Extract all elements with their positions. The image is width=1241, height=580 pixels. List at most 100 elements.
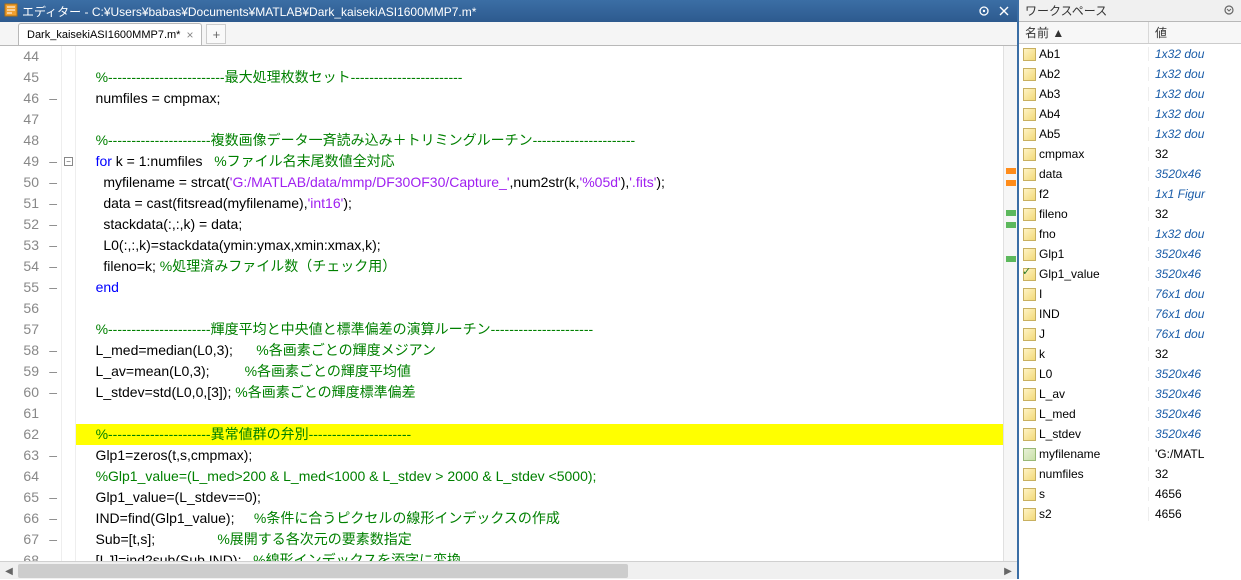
window-restore-button[interactable] — [975, 3, 993, 19]
variable-name-cell[interactable]: Ab1 — [1019, 47, 1149, 61]
code-lines[interactable]: %-------------------------最大処理枚数セット-----… — [76, 46, 1003, 561]
line-number: 56 — [0, 298, 57, 319]
variable-name-cell[interactable]: fno — [1019, 227, 1149, 241]
variable-name: Ab1 — [1039, 47, 1060, 61]
code-line[interactable]: %----------------------輝度平均と中央値と標準偏差の演算ル… — [76, 319, 1003, 340]
workspace-row[interactable]: L_av3520x46 — [1019, 384, 1241, 404]
strip-mark-change[interactable] — [1006, 256, 1016, 262]
code-line[interactable] — [76, 46, 1003, 67]
window-close-button[interactable] — [995, 3, 1013, 19]
variable-name-cell[interactable]: L0 — [1019, 367, 1149, 381]
workspace-row[interactable]: Ab21x32 dou — [1019, 64, 1241, 84]
workspace-row[interactable]: Ab51x32 dou — [1019, 124, 1241, 144]
workspace-row[interactable]: f21x1 Figur — [1019, 184, 1241, 204]
scroll-right-arrow[interactable]: ▶ — [999, 562, 1017, 580]
scroll-thumb[interactable] — [18, 564, 628, 578]
workspace-row[interactable]: L03520x46 — [1019, 364, 1241, 384]
code-line[interactable]: L0(:,:,k)=stackdata(ymin:ymax,xmin:xmax,… — [76, 235, 1003, 256]
workspace-row[interactable]: Ab31x32 dou — [1019, 84, 1241, 104]
strip-mark-change[interactable] — [1006, 210, 1016, 216]
workspace-row[interactable]: s4656 — [1019, 484, 1241, 504]
fold-cell[interactable]: − — [62, 151, 75, 172]
workspace-col-value[interactable]: 値 — [1149, 22, 1241, 43]
code-line[interactable]: IND=find(Glp1_value); %条件に合うピクセルの線形インデック… — [76, 508, 1003, 529]
variable-name-cell[interactable]: s2 — [1019, 507, 1149, 521]
code-line[interactable] — [76, 109, 1003, 130]
code-line[interactable]: L_med=median(L0,3); %各画素ごとの輝度メジアン — [76, 340, 1003, 361]
scroll-left-arrow[interactable]: ◀ — [0, 562, 18, 580]
variable-name: s2 — [1039, 507, 1052, 521]
variable-name-cell[interactable]: Glp1_value — [1019, 267, 1149, 281]
variable-name-cell[interactable]: L_med — [1019, 407, 1149, 421]
code-line[interactable]: %----------------------異常値群の弁別----------… — [76, 424, 1003, 445]
variable-name-cell[interactable]: fileno — [1019, 207, 1149, 221]
workspace-row[interactable]: Glp13520x46 — [1019, 244, 1241, 264]
variable-name-cell[interactable]: f2 — [1019, 187, 1149, 201]
workspace-row[interactable]: fileno32 — [1019, 204, 1241, 224]
code-line[interactable]: %-------------------------最大処理枚数セット-----… — [76, 67, 1003, 88]
strip-mark-warning[interactable] — [1006, 180, 1016, 186]
variable-name-cell[interactable]: L_av — [1019, 387, 1149, 401]
code-line[interactable]: Sub=[t,s]; %展開する各次元の要素数指定 — [76, 529, 1003, 550]
code-line[interactable]: myfilename = strcat('G:/MATLAB/data/mmp/… — [76, 172, 1003, 193]
code-line[interactable]: Glp1_value=(L_stdev==0); — [76, 487, 1003, 508]
code-line[interactable]: %----------------------複数画像データ一斉読み込み＋トリミ… — [76, 130, 1003, 151]
variable-icon — [1023, 148, 1036, 161]
workspace-row[interactable]: L_stdev3520x46 — [1019, 424, 1241, 444]
workspace-header[interactable]: 名前 ▲ 値 — [1019, 22, 1241, 44]
variable-name-cell[interactable]: Ab5 — [1019, 127, 1149, 141]
code-line[interactable]: stackdata(:,:,k) = data; — [76, 214, 1003, 235]
workspace-row[interactable]: Ab41x32 dou — [1019, 104, 1241, 124]
variable-name-cell[interactable]: cmpmax — [1019, 147, 1149, 161]
variable-name-cell[interactable]: numfiles — [1019, 467, 1149, 481]
workspace-row[interactable]: IND76x1 dou — [1019, 304, 1241, 324]
workspace-row[interactable]: L_med3520x46 — [1019, 404, 1241, 424]
workspace-col-name[interactable]: 名前 ▲ — [1019, 22, 1149, 43]
workspace-row[interactable]: fno1x32 dou — [1019, 224, 1241, 244]
tab-active[interactable]: Dark_kaisekiASI1600MMP7.m* × — [18, 23, 202, 45]
variable-name-cell[interactable]: J — [1019, 327, 1149, 341]
workspace-row[interactable]: Ab11x32 dou — [1019, 44, 1241, 64]
variable-name-cell[interactable]: k — [1019, 347, 1149, 361]
code-line[interactable]: Glp1=zeros(t,s,cmpmax); — [76, 445, 1003, 466]
code-line[interactable]: L_av=mean(L0,3); %各画素ごとの輝度平均値 — [76, 361, 1003, 382]
workspace-menu-button[interactable] — [1223, 4, 1235, 18]
code-line[interactable]: fileno=k; %処理済みファイル数（チェック用） — [76, 256, 1003, 277]
workspace-row[interactable]: s24656 — [1019, 504, 1241, 524]
workspace-row[interactable]: numfiles32 — [1019, 464, 1241, 484]
strip-mark-change[interactable] — [1006, 222, 1016, 228]
variable-name-cell[interactable]: I — [1019, 287, 1149, 301]
tab-close-button[interactable]: × — [186, 28, 193, 42]
code-line[interactable]: %Glp1_value=(L_med>200 & L_med<1000 & L_… — [76, 466, 1003, 487]
variable-name-cell[interactable]: Ab3 — [1019, 87, 1149, 101]
fold-toggle-icon[interactable]: − — [64, 157, 73, 166]
workspace-row[interactable]: cmpmax32 — [1019, 144, 1241, 164]
variable-name-cell[interactable]: Ab2 — [1019, 67, 1149, 81]
tab-add-button[interactable]: + — [206, 24, 226, 44]
code-line[interactable]: numfiles = cmpmax; — [76, 88, 1003, 109]
variable-name-cell[interactable]: Glp1 — [1019, 247, 1149, 261]
code-line[interactable] — [76, 298, 1003, 319]
horizontal-scrollbar[interactable]: ◀ ▶ — [0, 561, 1017, 579]
code-line[interactable]: data = cast(fitsread(myfilename),'int16'… — [76, 193, 1003, 214]
workspace-row[interactable]: k32 — [1019, 344, 1241, 364]
workspace-row[interactable]: J76x1 dou — [1019, 324, 1241, 344]
code-line[interactable] — [76, 403, 1003, 424]
workspace-row[interactable]: myfilename'G:/MATL — [1019, 444, 1241, 464]
code-overview-strip[interactable] — [1003, 46, 1017, 561]
workspace-row[interactable]: I76x1 dou — [1019, 284, 1241, 304]
workspace-row[interactable]: data3520x46 — [1019, 164, 1241, 184]
code-line[interactable]: for k = 1:numfiles %ファイル名末尾数値全対応 — [76, 151, 1003, 172]
variable-name-cell[interactable]: L_stdev — [1019, 427, 1149, 441]
variable-name-cell[interactable]: IND — [1019, 307, 1149, 321]
workspace-row[interactable]: Glp1_value3520x46 — [1019, 264, 1241, 284]
code-line[interactable]: [I,J]=ind2sub(Sub,IND); %線形インデックスを添字に変換 — [76, 550, 1003, 561]
strip-mark-warning[interactable] — [1006, 168, 1016, 174]
variable-name-cell[interactable]: myfilename — [1019, 447, 1149, 461]
code-line[interactable]: end — [76, 277, 1003, 298]
variable-name: cmpmax — [1039, 147, 1084, 161]
code-line[interactable]: L_stdev=std(L0,0,[3]); %各画素ごとの輝度標準偏差 — [76, 382, 1003, 403]
variable-name-cell[interactable]: data — [1019, 167, 1149, 181]
variable-name-cell[interactable]: s — [1019, 487, 1149, 501]
variable-name-cell[interactable]: Ab4 — [1019, 107, 1149, 121]
